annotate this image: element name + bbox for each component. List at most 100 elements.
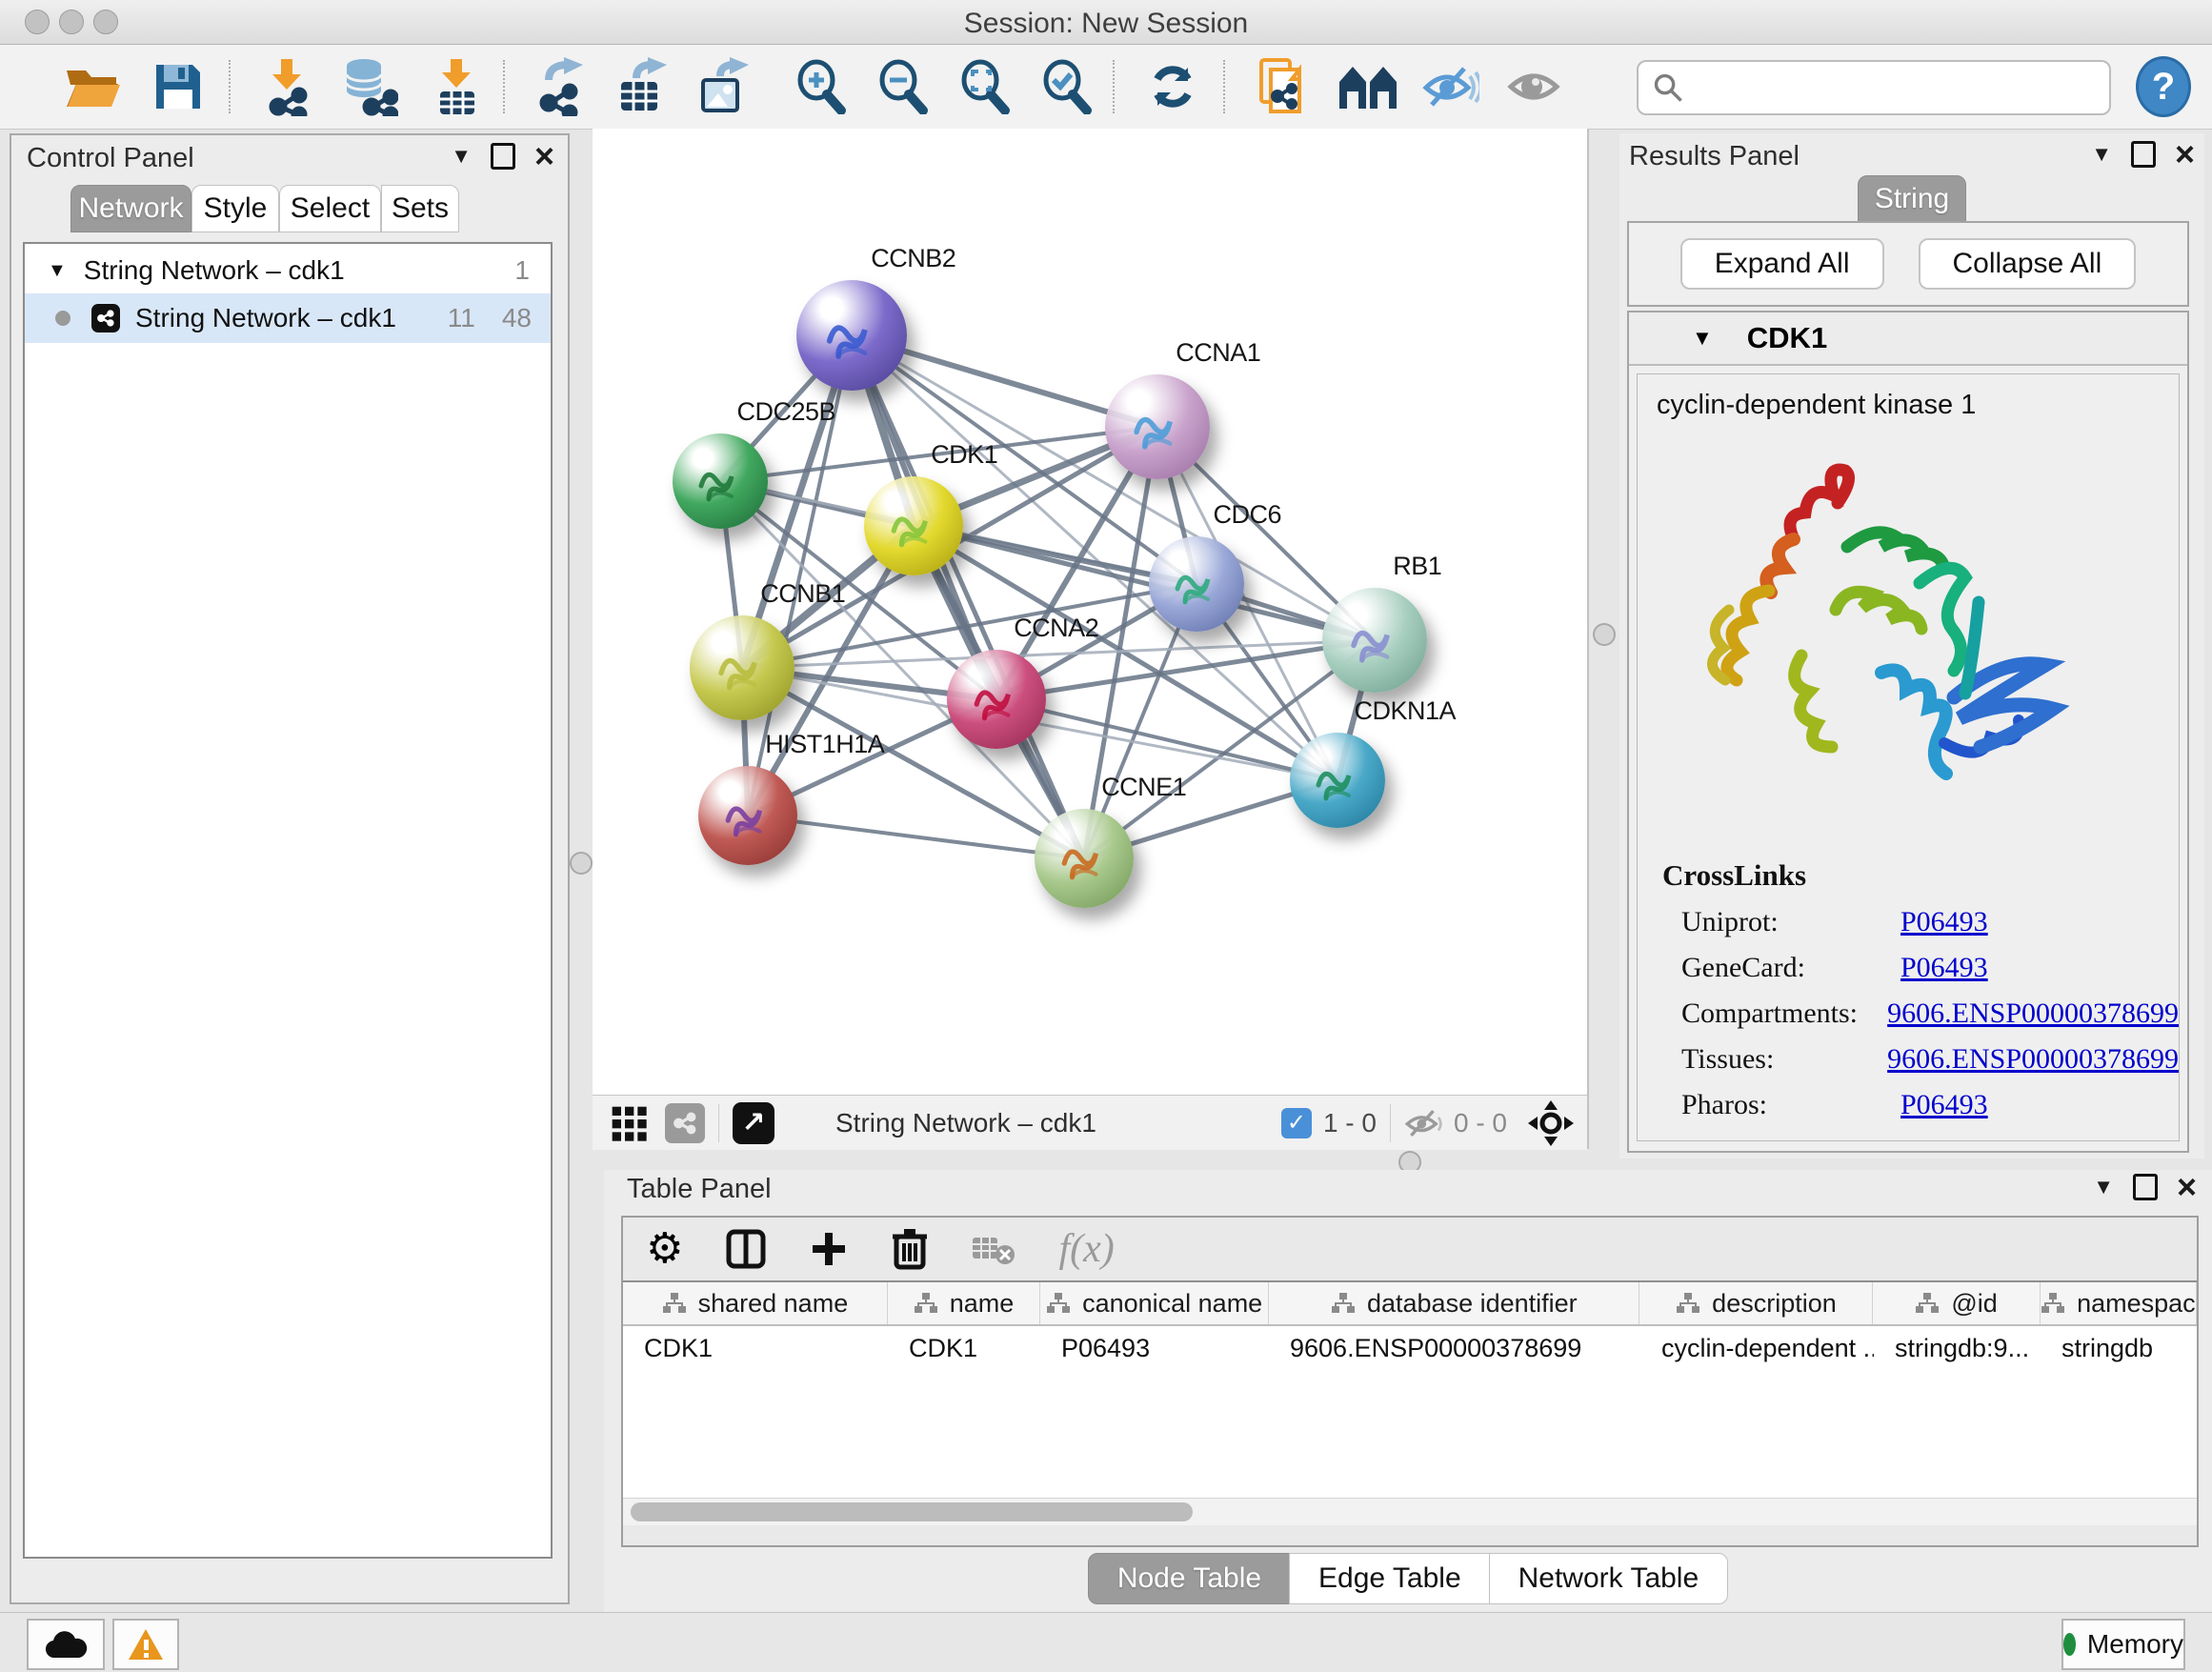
node-CCNE1[interactable] bbox=[1035, 809, 1134, 908]
save-session-button[interactable] bbox=[145, 54, 211, 119]
network-collection-row[interactable]: ▼ String Network – cdk1 1 bbox=[25, 248, 551, 293]
cell[interactable]: 9606.ENSP00000378699 bbox=[1269, 1326, 1640, 1370]
node-label-CCNB1: CCNB1 bbox=[760, 579, 845, 609]
node-HIST1H1A[interactable] bbox=[698, 766, 797, 865]
node-CCNB2[interactable] bbox=[796, 280, 907, 391]
import-table-file-button[interactable] bbox=[423, 54, 490, 119]
panel-close-icon[interactable]: × bbox=[2175, 144, 2195, 165]
node-CDKN1A[interactable] bbox=[1290, 733, 1385, 828]
collapse-all-button[interactable]: Collapse All bbox=[1919, 238, 2137, 290]
warnings-button[interactable] bbox=[112, 1619, 179, 1670]
toolbar-separator bbox=[229, 60, 231, 113]
tab-string[interactable]: String bbox=[1858, 175, 1966, 223]
left-splitter-handle[interactable] bbox=[570, 852, 593, 875]
zoom-selected-button[interactable] bbox=[1035, 54, 1101, 119]
crosslink-link[interactable]: 9606.ENSP00000378699 bbox=[1887, 997, 2179, 1030]
function-builder-icon: f(x) bbox=[1058, 1226, 1114, 1272]
panel-close-icon[interactable]: × bbox=[2177, 1177, 2197, 1198]
column-header-canonical-name[interactable]: canonical name bbox=[1040, 1282, 1269, 1324]
node-CCNA2[interactable] bbox=[947, 650, 1046, 749]
export-image-button[interactable] bbox=[690, 54, 756, 119]
panel-menu-icon[interactable]: ▼ bbox=[2093, 1175, 2114, 1199]
search-input[interactable] bbox=[1692, 66, 2109, 110]
protein-ribbon-thumbnail bbox=[1322, 588, 1427, 693]
network-row-selected[interactable]: String Network – cdk1 11 48 bbox=[25, 293, 551, 343]
node-CCNA1[interactable] bbox=[1105, 374, 1210, 479]
node-CDC25B[interactable] bbox=[673, 433, 768, 529]
expand-all-button[interactable]: Expand All bbox=[1680, 238, 1884, 290]
right-splitter-handle[interactable] bbox=[1593, 623, 1616, 646]
zoom-in-button[interactable] bbox=[789, 54, 855, 119]
grid-view-icon[interactable] bbox=[610, 1104, 648, 1142]
network-overview-icon[interactable] bbox=[665, 1103, 705, 1143]
protein-ribbon-thumbnail bbox=[864, 476, 963, 575]
cell[interactable]: stringdb bbox=[2041, 1326, 2197, 1370]
edge-CCNB2-CCNE1[interactable] bbox=[852, 335, 1084, 858]
panel-float-icon[interactable] bbox=[491, 143, 515, 170]
control-panel-title: Control Panel bbox=[27, 143, 194, 174]
node-RB1[interactable] bbox=[1322, 588, 1427, 693]
copy-style-button[interactable] bbox=[1250, 54, 1317, 119]
node-CDK1[interactable] bbox=[864, 476, 963, 575]
column-header-shared-name[interactable]: shared name bbox=[623, 1282, 888, 1324]
cell[interactable]: stringdb:9... bbox=[1874, 1326, 2041, 1370]
section-collapse-icon[interactable]: ▼ bbox=[1692, 326, 1713, 351]
gene-section-header[interactable]: ▼ CDK1 bbox=[1629, 312, 2187, 366]
tab-select[interactable]: Select bbox=[279, 185, 381, 232]
crosslink-link[interactable]: P06493 bbox=[1900, 906, 1988, 938]
add-column-icon[interactable] bbox=[809, 1229, 849, 1269]
crosslink-link[interactable]: P06493 bbox=[1900, 952, 1988, 984]
zoom-fit-button[interactable] bbox=[953, 54, 1019, 119]
show-columns-icon[interactable] bbox=[725, 1228, 767, 1270]
tab-node-table[interactable]: Node Table bbox=[1088, 1553, 1291, 1604]
open-session-button[interactable] bbox=[59, 54, 126, 119]
cloud-button[interactable] bbox=[27, 1619, 105, 1670]
column-header-namespac[interactable]: namespac bbox=[2041, 1282, 2197, 1324]
fit-content-crosshair-icon[interactable] bbox=[1528, 1100, 1574, 1146]
cell[interactable]: CDK1 bbox=[623, 1326, 888, 1370]
cell[interactable]: P06493 bbox=[1040, 1326, 1269, 1370]
help-button[interactable]: ? bbox=[2130, 54, 2197, 119]
delete-column-icon[interactable] bbox=[891, 1227, 929, 1271]
tab-network-table[interactable]: Network Table bbox=[1489, 1553, 1729, 1604]
memory-button[interactable]: Memory bbox=[2061, 1619, 2185, 1670]
column-header-@id[interactable]: @id bbox=[1873, 1282, 2040, 1324]
export-network-button[interactable] bbox=[526, 54, 593, 119]
crosslink-link[interactable]: P06493 bbox=[1900, 1089, 1988, 1121]
crosslink-row: Uniprot:P06493 bbox=[1681, 906, 2179, 938]
node-CDC6[interactable] bbox=[1149, 536, 1244, 632]
panel-close-icon[interactable]: × bbox=[534, 146, 554, 167]
tab-sets[interactable]: Sets bbox=[381, 185, 459, 232]
scrollbar-thumb[interactable] bbox=[631, 1502, 1193, 1521]
column-header-database-identifier[interactable]: database identifier bbox=[1269, 1282, 1639, 1324]
first-neighbors-button[interactable] bbox=[1336, 54, 1402, 119]
export-table-button[interactable] bbox=[608, 54, 674, 119]
panel-float-icon[interactable] bbox=[2131, 141, 2156, 168]
horizontal-scrollbar[interactable] bbox=[623, 1498, 2197, 1525]
panel-float-icon[interactable] bbox=[2133, 1174, 2158, 1200]
node-CCNB1[interactable] bbox=[690, 615, 794, 720]
tab-network[interactable]: Network bbox=[70, 185, 191, 232]
table-row[interactable]: CDK1CDK1P064939606.ENSP00000378699cyclin… bbox=[623, 1326, 2197, 1370]
birdseye-view-icon[interactable]: ↗ bbox=[733, 1102, 774, 1144]
tab-edge-table[interactable]: Edge Table bbox=[1289, 1553, 1491, 1604]
cell[interactable]: CDK1 bbox=[888, 1326, 1040, 1370]
tab-style[interactable]: Style bbox=[191, 185, 279, 232]
refresh-view-button[interactable] bbox=[1139, 54, 1206, 119]
cell[interactable]: cyclin-dependent ... bbox=[1640, 1326, 1874, 1370]
selected-checkbox-icon[interactable]: ✓ bbox=[1281, 1108, 1312, 1138]
column-header-name[interactable]: name bbox=[888, 1282, 1040, 1324]
panel-menu-icon[interactable]: ▼ bbox=[2091, 142, 2112, 167]
hide-selected-button[interactable] bbox=[1418, 54, 1484, 119]
import-network-database-button[interactable] bbox=[335, 54, 402, 119]
table-options-gear-icon[interactable]: ⚙ bbox=[646, 1230, 683, 1268]
network-canvas[interactable]: CCNB2 CCNA1 CDC25B CDK1 CDC6 RB1 CCNB1 C… bbox=[593, 129, 1587, 1095]
column-header-description[interactable]: description bbox=[1639, 1282, 1873, 1324]
zoom-out-button[interactable] bbox=[871, 54, 937, 119]
gene-description: cyclin-dependent kinase 1 bbox=[1657, 390, 2179, 421]
import-network-file-button[interactable] bbox=[253, 54, 320, 119]
crosslink-link[interactable]: 9606.ENSP00000378699 bbox=[1887, 1043, 2179, 1076]
tree-expand-icon[interactable]: ▼ bbox=[48, 260, 67, 282]
panel-menu-icon[interactable]: ▼ bbox=[451, 144, 472, 169]
show-all-button[interactable] bbox=[1501, 54, 1568, 119]
